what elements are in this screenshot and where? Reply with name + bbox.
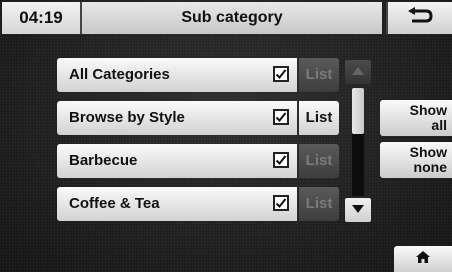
home-icon [415, 250, 431, 269]
category-item-barbecue[interactable]: Barbecue [57, 144, 297, 178]
scrollbar-thumb[interactable] [352, 88, 364, 134]
page-title: Sub category [82, 2, 382, 34]
return-arrow-icon [406, 6, 434, 30]
show-none-label-line1: Show [409, 144, 447, 160]
scrollbar-track[interactable] [352, 88, 364, 196]
list-button[interactable]: List [299, 144, 339, 178]
category-item-browse-by-style[interactable]: Browse by Style [57, 101, 297, 135]
screen: 04:19 Sub category All Categories List B… [0, 0, 452, 272]
show-none-button[interactable]: Show none [380, 142, 452, 178]
show-all-button[interactable]: Show all [380, 100, 452, 136]
home-button[interactable] [394, 246, 452, 272]
show-none-label-line2: none [413, 159, 447, 175]
scroll-up-button[interactable] [345, 60, 371, 84]
category-item-all-categories[interactable]: All Categories [57, 58, 297, 92]
category-label: Coffee & Tea [69, 195, 160, 212]
category-checkbox[interactable] [273, 152, 289, 168]
category-label: All Categories [69, 66, 170, 83]
show-all-label-line1: Show [409, 102, 447, 118]
list-button[interactable]: List [299, 101, 339, 135]
list-button[interactable]: List [299, 187, 339, 221]
category-checkbox[interactable] [273, 66, 289, 82]
category-checkbox[interactable] [273, 195, 289, 211]
arrow-down-icon [351, 201, 365, 219]
back-button[interactable] [386, 2, 452, 34]
category-checkbox[interactable] [273, 109, 289, 125]
category-label: Browse by Style [69, 109, 185, 126]
arrow-up-icon [351, 63, 365, 81]
category-label: Barbecue [69, 152, 138, 169]
list-button[interactable]: List [299, 58, 339, 92]
category-item-coffee-tea[interactable]: Coffee & Tea [57, 187, 297, 221]
header-bar: 04:19 Sub category [0, 0, 452, 36]
clock: 04:19 [2, 2, 82, 34]
show-all-label-line2: all [431, 117, 447, 133]
scroll-down-button[interactable] [345, 198, 371, 222]
